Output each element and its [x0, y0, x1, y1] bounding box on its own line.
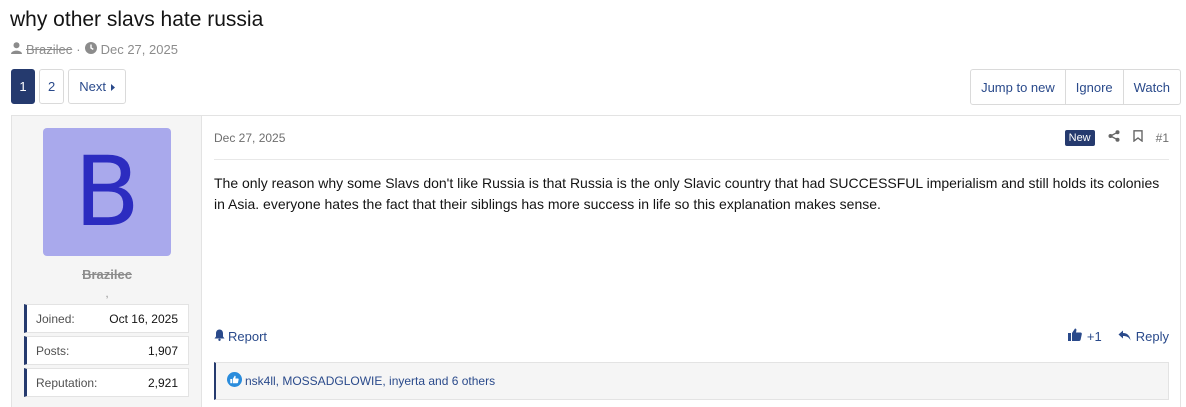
user-stats: Joined: Oct 16, 2025 Posts: 1,907 Reputa…	[24, 304, 189, 400]
post: B Brazilec , Joined: Oct 16, 2025 Posts:…	[11, 115, 1181, 407]
bell-icon	[214, 329, 225, 344]
reply-label: Reply	[1135, 328, 1169, 344]
react-label: +1	[1086, 328, 1102, 344]
stat-reputation: Reputation: 2,921	[24, 368, 189, 397]
thread-actions: Jump to new Ignore Watch	[970, 69, 1181, 105]
bookmark-icon[interactable]	[1132, 129, 1143, 147]
clock-icon	[84, 42, 97, 57]
thread-date-link[interactable]: Dec 27, 2025	[101, 42, 178, 57]
divider	[214, 159, 1169, 160]
reactions-bar[interactable]: nsk4ll, MOSSADGLOWIE, inyerta and 6 othe…	[214, 362, 1169, 400]
post-username[interactable]: Brazilec	[12, 267, 202, 282]
thumbs-up-icon	[1067, 328, 1082, 344]
avatar[interactable]: B	[43, 128, 171, 256]
page-1-button[interactable]: 1	[11, 69, 35, 104]
stat-posts-label: Posts:	[36, 343, 70, 358]
react-button[interactable]: +1	[1067, 328, 1102, 344]
stat-reputation-value: 2,921	[147, 375, 178, 390]
report-label: Report	[228, 328, 268, 344]
ignore-button[interactable]: Ignore	[1064, 70, 1123, 104]
share-icon[interactable]	[1108, 129, 1120, 147]
page-2-button[interactable]: 2	[39, 69, 65, 104]
thread-title: why other slavs hate russia	[10, 8, 264, 31]
post-tools: New #1	[1064, 129, 1169, 147]
post-footer-actions: +1 Reply	[1067, 328, 1169, 344]
stat-joined: Joined: Oct 16, 2025	[24, 304, 189, 333]
meta-separator: ·	[76, 42, 81, 57]
stat-joined-value: Oct 16, 2025	[109, 311, 178, 326]
post-user-column: B Brazilec , Joined: Oct 16, 2025 Posts:…	[12, 116, 202, 407]
stat-reputation-label: Reputation:	[36, 375, 98, 390]
thread-author-link[interactable]: Brazilec	[26, 42, 72, 57]
pagination: 1 2 Next	[11, 69, 126, 104]
post-number-link[interactable]: #1	[1156, 131, 1169, 145]
jump-to-new-button[interactable]: Jump to new	[971, 70, 1065, 104]
caret-right-icon	[110, 79, 115, 94]
next-page-label: Next	[79, 79, 106, 94]
reply-button[interactable]: Reply	[1118, 329, 1169, 344]
post-footer: Report +1 Reply	[214, 328, 1169, 344]
stat-joined-label: Joined:	[36, 311, 75, 326]
user-title: ,	[105, 288, 109, 300]
thread-meta: Brazilec · Dec 27, 2025	[11, 42, 178, 57]
like-reaction-icon	[227, 372, 242, 390]
post-body: The only reason why some Slavs don't lik…	[214, 175, 1160, 212]
reply-arrow-icon	[1118, 329, 1131, 344]
user-icon	[11, 42, 22, 57]
next-page-button[interactable]: Next	[68, 69, 126, 104]
new-badge: New	[1064, 130, 1095, 146]
watch-button[interactable]: Watch	[1122, 70, 1180, 104]
post-main: Dec 27, 2025 New #1 The only reason why …	[214, 116, 1169, 407]
stat-posts-value: 1,907	[147, 343, 178, 358]
report-button[interactable]: Report	[214, 329, 267, 344]
reactions-list: nsk4ll, MOSSADGLOWIE, inyerta and 6 othe…	[245, 374, 496, 388]
post-date-link[interactable]: Dec 27, 2025	[214, 131, 285, 145]
stat-posts: Posts: 1,907	[24, 336, 189, 365]
